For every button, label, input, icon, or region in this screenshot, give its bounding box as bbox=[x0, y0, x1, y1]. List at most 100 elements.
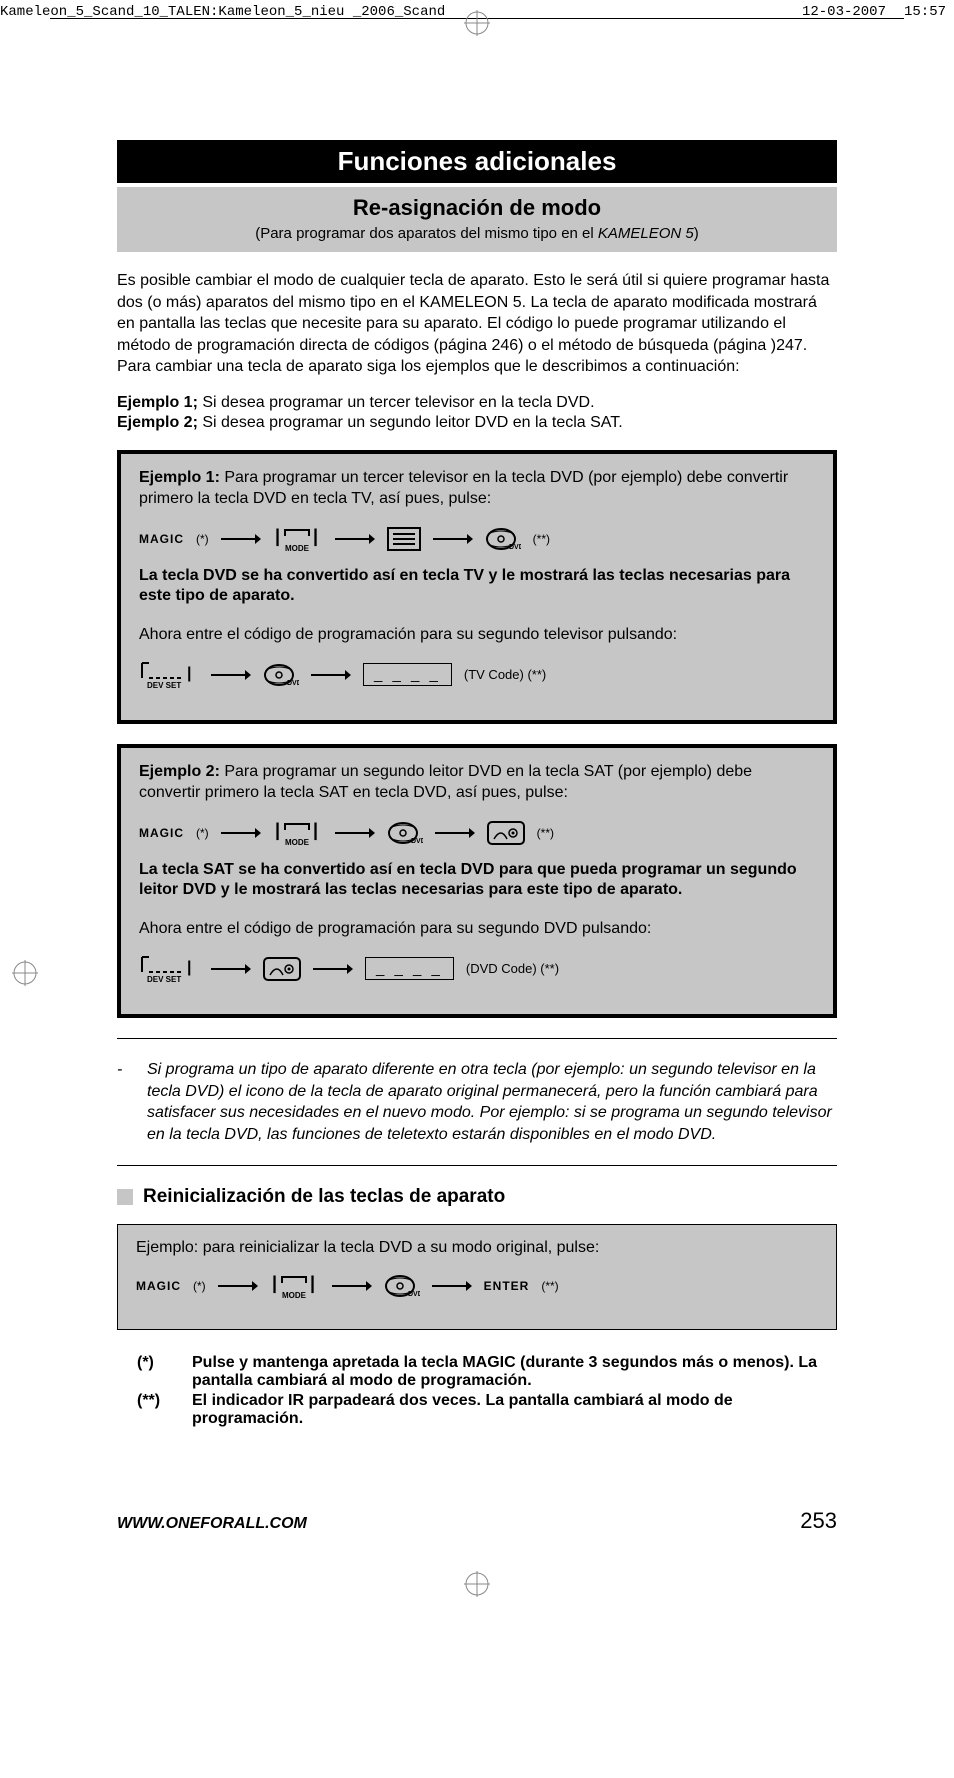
section-title-bar: Funciones adicionales bbox=[117, 140, 837, 183]
reset-sequence: MAGIC (*) |MODE| DVD ENTER (**) bbox=[136, 1271, 818, 1301]
svg-text:DVD: DVD bbox=[408, 1291, 420, 1298]
dvd-icon: DVD bbox=[384, 1274, 420, 1298]
svg-text:DVD: DVD bbox=[509, 544, 521, 551]
sub-note-product: KAMELEON 5 bbox=[598, 225, 694, 242]
arrow-icon bbox=[218, 1280, 258, 1292]
svg-text:DEV SET: DEV SET bbox=[147, 681, 181, 690]
svg-text:MODE: MODE bbox=[282, 1291, 307, 1300]
star-note: (*) bbox=[196, 826, 209, 840]
arrow-icon bbox=[221, 827, 261, 839]
arrow-icon bbox=[335, 533, 375, 545]
svg-text:DVD: DVD bbox=[411, 838, 423, 845]
arrow-icon bbox=[211, 963, 251, 975]
dstar-note: (**) bbox=[533, 532, 550, 546]
separator bbox=[117, 1165, 837, 1166]
intro-paragraph: Es posible cambiar el modo de cualquier … bbox=[117, 270, 837, 378]
sat-icon bbox=[487, 821, 525, 845]
svg-text:MODE: MODE bbox=[285, 544, 310, 553]
example-1-text2: Ahora entre el código de programación pa… bbox=[139, 625, 815, 646]
crop-time: 15:57 bbox=[904, 4, 946, 20]
arrow-icon bbox=[311, 669, 351, 681]
example-1-text: Para programar un tercer televisor en la… bbox=[139, 469, 788, 507]
arrow-icon bbox=[433, 533, 473, 545]
tv-icon bbox=[387, 527, 421, 551]
magic-label: MAGIC bbox=[139, 826, 184, 840]
mode-icon: |MODE| bbox=[273, 818, 323, 848]
code-box: _ _ _ _ bbox=[363, 663, 452, 686]
page-footer: WWW.ONEFORALL.COM 253 bbox=[117, 1508, 837, 1534]
sub-note: (Para programar dos aparatos del mismo t… bbox=[117, 225, 837, 242]
footnote-star-mark: (*) bbox=[137, 1354, 192, 1390]
reset-box: Ejemplo: para reinicializar la tecla DVD… bbox=[117, 1224, 837, 1330]
devset-icon: DEV SET | bbox=[139, 660, 199, 690]
code-box: _ _ _ _ bbox=[365, 957, 454, 980]
svg-text:|: | bbox=[275, 526, 280, 546]
star-note: (*) bbox=[193, 1279, 206, 1293]
arrow-icon bbox=[221, 533, 261, 545]
example-2-result: La tecla SAT se ha convertido así en tec… bbox=[139, 860, 815, 902]
example-2-text: Para programar un segundo leitor DVD en … bbox=[139, 763, 752, 801]
example-2-box: Ejemplo 2: Para programar un segundo lei… bbox=[117, 744, 837, 1018]
magic-label: MAGIC bbox=[136, 1279, 181, 1293]
enter-label: ENTER bbox=[484, 1279, 530, 1293]
footnote-star-text: Pulse y mantenga apretada la tecla MAGIC… bbox=[192, 1354, 837, 1390]
dvd-icon: DVD bbox=[485, 527, 521, 551]
separator bbox=[117, 1038, 837, 1039]
sub-note-suffix: ) bbox=[694, 225, 699, 242]
arrow-icon bbox=[435, 827, 475, 839]
note-block: - Si programa un tipo de aparato diferen… bbox=[117, 1059, 837, 1145]
note-text: Si programa un tipo de aparato diferente… bbox=[147, 1059, 837, 1145]
footnote-dstar-text: El indicador IR parpadeará dos veces. La… bbox=[192, 1392, 837, 1428]
crop-mark-bottom bbox=[464, 1571, 490, 1604]
square-bullet-icon bbox=[117, 1189, 133, 1205]
crop-mark-top bbox=[464, 10, 490, 43]
code-label: (DVD Code) (**) bbox=[466, 961, 559, 976]
reset-text: Ejemplo: para reinicializar la tecla DVD… bbox=[136, 1239, 818, 1257]
footnotes: (*) Pulse y mantenga apretada la tecla M… bbox=[137, 1354, 837, 1428]
ex2-label: Ejemplo 2; bbox=[117, 414, 198, 431]
arrow-icon bbox=[313, 963, 353, 975]
footnote-dstar-mark: (**) bbox=[137, 1392, 192, 1428]
ex2-text: Si desea programar un segundo leitor DVD… bbox=[198, 414, 623, 431]
svg-text:MODE: MODE bbox=[285, 838, 310, 847]
sub-note-prefix: (Para programar dos aparatos del mismo t… bbox=[255, 225, 598, 242]
ex1-label: Ejemplo 1; bbox=[117, 394, 198, 411]
svg-text:|: | bbox=[313, 526, 318, 546]
examples-intro: Ejemplo 1; Si desea programar un tercer … bbox=[117, 394, 837, 432]
example-1-box: Ejemplo 1: Para programar un tercer tele… bbox=[117, 450, 837, 724]
magic-label: MAGIC bbox=[139, 532, 184, 546]
arrow-icon bbox=[211, 669, 251, 681]
mode-icon: |MODE| bbox=[270, 1271, 320, 1301]
arrow-icon bbox=[432, 1280, 472, 1292]
code-label: (TV Code) (**) bbox=[464, 667, 546, 682]
sub-title-bar: Re-asignación de modo (Para programar do… bbox=[117, 187, 837, 252]
example-2-sequence-1: MAGIC (*) |MODE| DVD (**) bbox=[139, 818, 815, 848]
ex1-text: Si desea programar un tercer televisor e… bbox=[198, 394, 595, 411]
svg-text:|: | bbox=[187, 665, 191, 682]
example-2-sequence-2: DEV SET | _ _ _ _ (DVD Code) (**) bbox=[139, 954, 815, 984]
page-content: Funciones adicionales Re-asignación de m… bbox=[117, 140, 837, 1534]
note-dash: - bbox=[117, 1059, 147, 1145]
footer-url: WWW.ONEFORALL.COM bbox=[117, 1515, 307, 1533]
example-2-text2: Ahora entre el código de programación pa… bbox=[139, 919, 815, 940]
devset-icon: DEV SET | bbox=[139, 954, 199, 984]
example-2-title: Ejemplo 2: bbox=[139, 763, 220, 780]
dstar-note: (**) bbox=[541, 1279, 558, 1293]
example-1-title: Ejemplo 1: bbox=[139, 469, 220, 486]
reset-heading-text: Reinicialización de las teclas de aparat… bbox=[143, 1186, 505, 1208]
arrow-icon bbox=[332, 1280, 372, 1292]
example-1-sequence-1: MAGIC (*) |MODE| DVD (**) bbox=[139, 524, 815, 554]
svg-text:|: | bbox=[310, 1273, 315, 1293]
svg-text:DEV SET: DEV SET bbox=[147, 975, 181, 984]
star-note: (*) bbox=[196, 532, 209, 546]
example-1-sequence-2: DEV SET | DVD _ _ _ _ (TV Code) (**) bbox=[139, 660, 815, 690]
svg-text:|: | bbox=[275, 820, 280, 840]
dvd-icon: DVD bbox=[263, 663, 299, 687]
dstar-note: (**) bbox=[537, 826, 554, 840]
dvd-icon: DVD bbox=[387, 821, 423, 845]
crop-mark-left bbox=[12, 960, 38, 993]
mode-icon: |MODE| bbox=[273, 524, 323, 554]
sat-icon bbox=[263, 957, 301, 981]
svg-text:|: | bbox=[187, 959, 191, 976]
svg-text:DVD: DVD bbox=[287, 680, 299, 687]
